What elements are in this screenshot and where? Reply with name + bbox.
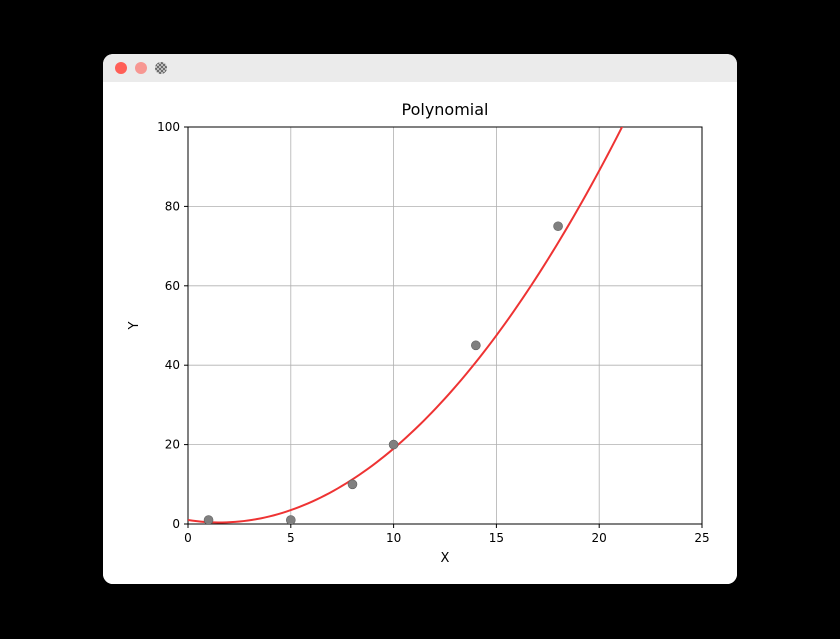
data-point — [554, 222, 563, 231]
close-icon[interactable] — [115, 62, 127, 74]
x-ticks: 0 5 10 15 20 25 — [184, 524, 709, 545]
y-axis-label: Y — [127, 321, 142, 330]
x-axis-label: X — [441, 551, 450, 566]
zoom-icon[interactable] — [155, 62, 167, 74]
grid — [188, 127, 702, 524]
x-tick-label: 10 — [386, 531, 401, 545]
y-tick-label: 20 — [165, 438, 180, 452]
titlebar — [103, 54, 737, 83]
x-tick-label: 25 — [694, 531, 709, 545]
data-point — [286, 516, 295, 525]
data-point — [389, 440, 398, 449]
x-tick-label: 0 — [184, 531, 192, 545]
data-point — [471, 341, 480, 350]
y-tick-label: 60 — [165, 279, 180, 293]
y-tick-label: 40 — [165, 358, 180, 372]
y-ticks: 0 20 40 60 80 100 — [157, 120, 188, 531]
chart-svg: Polynomial 0 5 10 15 20 25 0 20 40 60 80 100 X Y — [103, 82, 737, 584]
minimize-icon[interactable] — [135, 62, 147, 74]
plot-area: Polynomial 0 5 10 15 20 25 0 20 40 60 80 100 X Y — [103, 82, 737, 584]
axes-spines — [188, 127, 702, 524]
polynomial-fit-line — [188, 82, 702, 522]
app-window: Polynomial 0 5 10 15 20 25 0 20 40 60 80 100 X Y — [103, 54, 737, 584]
x-tick-label: 15 — [489, 531, 504, 545]
y-tick-label: 100 — [157, 120, 180, 134]
x-tick-label: 20 — [592, 531, 607, 545]
axes-frame — [188, 127, 702, 524]
data-point — [204, 516, 213, 525]
data-point — [348, 480, 357, 489]
chart-title: Polynomial — [402, 100, 489, 119]
y-tick-label: 0 — [172, 517, 180, 531]
scatter-points — [204, 222, 563, 525]
y-tick-label: 80 — [165, 199, 180, 213]
x-tick-label: 5 — [287, 531, 295, 545]
